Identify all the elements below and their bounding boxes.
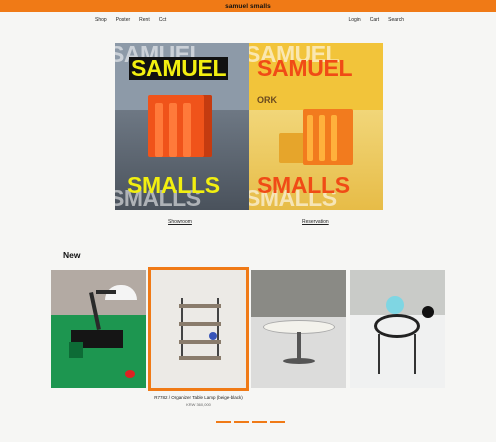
product-tile-chair[interactable] xyxy=(350,270,445,388)
table-base xyxy=(283,358,315,364)
hero-side-text: ORK xyxy=(257,95,277,105)
chair-leg xyxy=(378,334,380,374)
shelf-board xyxy=(179,304,221,308)
showroom-link[interactable]: Showroom xyxy=(168,219,192,225)
section-title-new: New xyxy=(63,250,81,260)
chair-ball xyxy=(422,306,434,318)
product-tile-lamp[interactable] xyxy=(51,270,146,388)
red-object xyxy=(125,370,135,378)
brand-logo[interactable]: samuel smalls xyxy=(225,3,271,10)
carousel-pagination xyxy=(216,421,285,423)
carousel-dot[interactable] xyxy=(252,421,267,423)
nav-login[interactable]: Login xyxy=(348,17,360,23)
carousel-dot[interactable] xyxy=(216,421,231,423)
nav-cart[interactable]: Cart xyxy=(370,17,379,23)
rack-slot xyxy=(319,115,325,161)
nav-shop[interactable]: Shop xyxy=(95,17,107,23)
nav-rent[interactable]: Rent xyxy=(139,17,150,23)
chair-leg xyxy=(414,334,416,374)
nav-right: Login Cart Search xyxy=(348,17,404,23)
carousel-dot[interactable] xyxy=(270,421,285,423)
top-banner: samuel smalls xyxy=(0,0,496,12)
product-caption[interactable]: R7782 / Organizer Table Lamp (beige-blac… xyxy=(148,395,249,400)
table-leg xyxy=(297,332,301,360)
shelf-board xyxy=(179,322,221,326)
hero-showroom[interactable]: SAMUEL SMALLS SAMUEL SMALLS xyxy=(115,43,249,210)
shelf-board xyxy=(179,356,221,360)
organizer-slot xyxy=(183,103,191,157)
desk-cup xyxy=(69,342,83,358)
nav-left: Shop Poster Rent Cct xyxy=(95,17,166,23)
organizer-slot xyxy=(155,103,163,157)
rack-slot xyxy=(307,115,313,161)
carousel-dot[interactable] xyxy=(234,421,249,423)
rack-slot xyxy=(331,115,337,161)
nav-cct[interactable]: Cct xyxy=(159,17,167,23)
shelf-board xyxy=(179,340,221,344)
organizer-slot xyxy=(169,103,177,157)
product-price: KRW 360,000 xyxy=(186,402,211,407)
tile-background xyxy=(251,270,346,318)
reservation-link[interactable]: Reservation xyxy=(302,219,329,225)
hero-title-bottom: SMALLS xyxy=(257,172,350,198)
lamp-arm xyxy=(96,290,116,294)
shelf-object xyxy=(209,332,217,340)
hero-title-bottom: SMALLS xyxy=(127,172,220,198)
main-nav: Shop Poster Rent Cct Login Cart Search xyxy=(0,14,496,26)
chair-back xyxy=(386,296,404,314)
hero-title-top: SAMUEL xyxy=(129,55,229,81)
hero-title-top: SAMUEL xyxy=(257,55,353,81)
nav-search[interactable]: Search xyxy=(388,17,404,23)
nav-poster[interactable]: Poster xyxy=(116,17,130,23)
hero-reservation[interactable]: SAMUEL SMALLS ORK SAMUEL SMALLS xyxy=(249,43,383,210)
product-tile-shelf[interactable] xyxy=(148,267,249,391)
product-tile-table[interactable] xyxy=(251,270,346,388)
